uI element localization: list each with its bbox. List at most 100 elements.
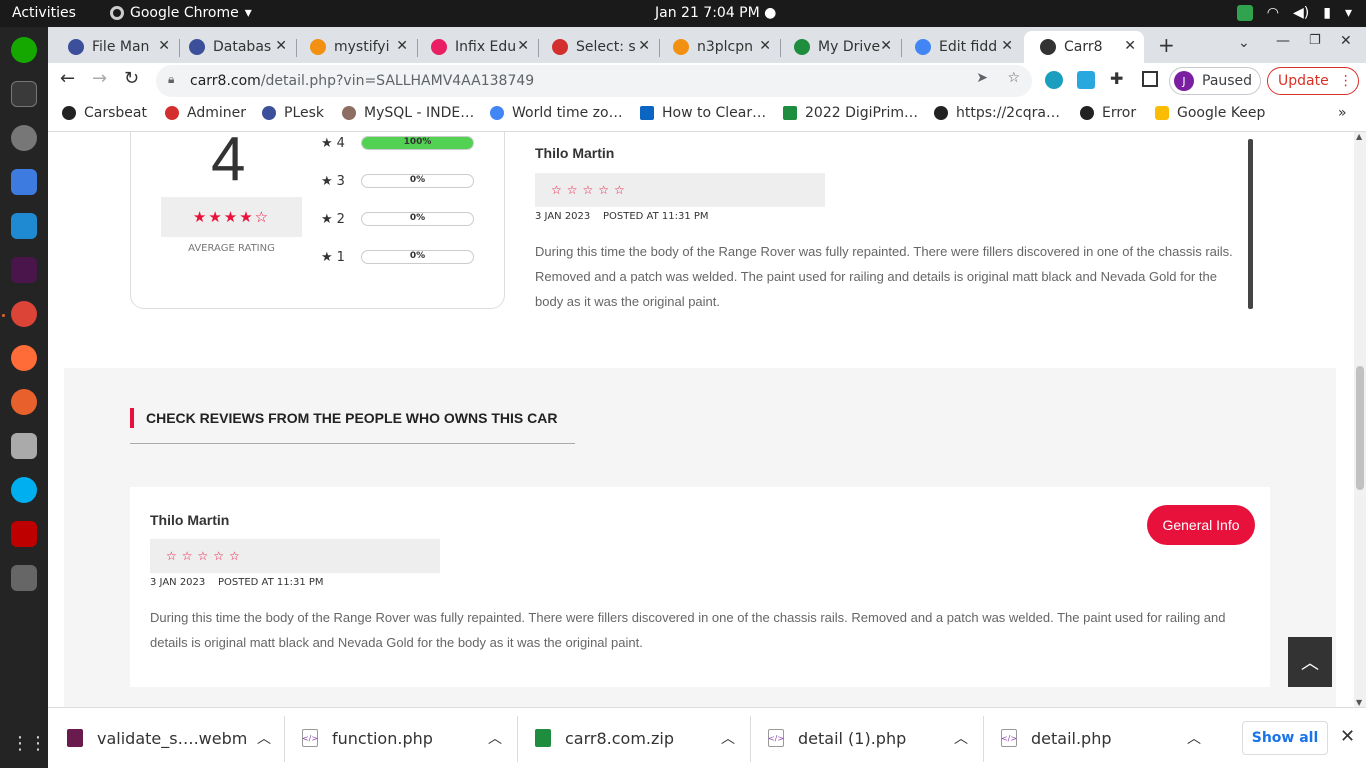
close-icon[interactable]: ✕ [275, 38, 287, 54]
address-bar[interactable]: 🔒︎ carr8.com/detail.php?vin=SALLHAMV4AA1… [156, 65, 1032, 97]
scrollbar-thumb[interactable] [1356, 366, 1364, 490]
puzzle-icon[interactable]: ✚ [1110, 69, 1123, 88]
new-tab-icon[interactable]: + [1158, 33, 1175, 57]
maximize-icon[interactable]: ❐ [1309, 33, 1321, 48]
download-item[interactable]: validate_s….webm ︿ [67, 721, 277, 755]
reviewer-name: Thilo Martin [150, 512, 230, 528]
back-icon[interactable]: ← [60, 68, 75, 89]
postman-icon[interactable] [11, 345, 37, 371]
average-rating-label: AVERAGE RATING [188, 243, 275, 254]
clock[interactable]: Jan 21 7:04 PM ● [655, 5, 776, 21]
system-tray[interactable]: ◠ ◀) ▮ ▾ [1236, 5, 1352, 21]
review-meta: 3 JAN 2023 POSTED AT 11:31 PM [535, 211, 709, 222]
bookmark-mysql[interactable]: MySQL - INDE… [342, 105, 474, 121]
divider [284, 716, 285, 762]
vscode-icon[interactable] [11, 213, 37, 239]
bookmark-2cqra[interactable]: https://2cqra… [934, 105, 1060, 121]
section-divider [130, 443, 575, 444]
divider [983, 716, 984, 762]
download-filename: detail.php [1031, 728, 1112, 748]
bookmark-adminer[interactable]: Adminer [165, 105, 246, 121]
terminal-icon[interactable] [11, 81, 37, 107]
close-icon[interactable]: ✕ [1001, 38, 1013, 54]
clock-icon [490, 106, 504, 120]
bookmark-how-to-clear[interactable]: How to Clear… [640, 105, 766, 121]
extension-icon[interactable] [1045, 71, 1063, 89]
close-icon[interactable]: ✕ [759, 38, 771, 54]
close-icon[interactable]: ✕ [1124, 38, 1136, 54]
activities-button[interactable]: Activities [12, 5, 76, 21]
url-host: carr8.com [190, 73, 261, 89]
download-item[interactable]: </> function.php ︿ [302, 721, 512, 755]
download-item[interactable]: </> detail.php ︿ [1001, 721, 1211, 755]
download-item[interactable]: carr8.com.zip ︿ [535, 721, 745, 755]
close-icon[interactable]: ✕ [1340, 726, 1355, 747]
close-icon[interactable]: ✕ [158, 38, 170, 54]
reload-icon[interactable]: ↻ [124, 68, 139, 89]
slack-icon[interactable] [11, 257, 37, 283]
profile-button[interactable]: J Paused [1169, 67, 1261, 95]
bookmark-error[interactable]: Error [1080, 105, 1136, 121]
forward-icon[interactable]: → [92, 68, 107, 89]
tab-mystify[interactable]: mystifyi ✕ [294, 31, 416, 63]
chrome-icon[interactable] [11, 301, 37, 327]
chevron-up-icon[interactable]: ︿ [257, 728, 271, 748]
close-icon[interactable]: ✕ [880, 38, 892, 54]
skype-icon[interactable] [11, 477, 37, 503]
bookmark-world-time[interactable]: World time zo… [490, 105, 623, 121]
close-icon[interactable]: ✕ [517, 38, 529, 54]
tab-file-manager[interactable]: File Man ✕ [52, 31, 178, 63]
bookmark-plesk[interactable]: PLesk [262, 105, 324, 121]
tab-my-drive[interactable]: My Drive ✕ [778, 31, 900, 63]
tab-infix[interactable]: Infix Edu ✕ [415, 31, 537, 63]
chevron-up-icon[interactable]: ︿ [1187, 728, 1201, 748]
reviews-scrollbar[interactable] [1248, 139, 1253, 309]
tab-n3plcpn[interactable]: n3plcpn ✕ [657, 31, 779, 63]
settings-icon[interactable] [11, 125, 37, 151]
bookmark-digiprime[interactable]: 2022 DigiPrim… [783, 105, 918, 121]
close-window-icon[interactable]: ✕ [1340, 33, 1352, 49]
show-all-button[interactable]: Show all [1242, 721, 1328, 755]
extension-icon[interactable] [1077, 71, 1095, 89]
files-icon[interactable] [11, 433, 37, 459]
star-icon: ★ [321, 174, 333, 189]
close-icon[interactable]: ✕ [396, 38, 408, 54]
star-level: 2 [336, 212, 345, 227]
tab-carr8[interactable]: Carr8 ✕ [1024, 31, 1144, 63]
more-bookmarks-icon[interactable]: » [1338, 105, 1347, 121]
filezilla-icon[interactable] [11, 521, 37, 547]
update-button[interactable]: Update ⋮ [1267, 67, 1359, 95]
star-icon[interactable]: ☆ [1007, 70, 1020, 86]
download-item[interactable]: </> detail (1).php ︿ [768, 721, 978, 755]
side-panel-icon[interactable] [1142, 71, 1158, 87]
star-level: 3 [336, 174, 345, 189]
chevron-up-icon[interactable]: ︿ [954, 728, 968, 748]
text-editor-icon[interactable] [11, 169, 37, 195]
general-info-button[interactable]: General Info [1147, 505, 1255, 545]
scroll-up-icon[interactable]: ▲ [1356, 132, 1362, 141]
upwork-icon[interactable] [11, 37, 37, 63]
php-file-icon: </> [1001, 729, 1017, 747]
page-scrollbar[interactable]: ▲ ▼ [1354, 132, 1366, 707]
minimize-icon[interactable]: — [1276, 33, 1290, 49]
usb-drive-icon[interactable] [11, 565, 37, 591]
scroll-to-top-button[interactable]: ︿ [1288, 637, 1332, 687]
chevron-up-icon: ︿ [1301, 653, 1319, 674]
scroll-down-icon[interactable]: ▼ [1356, 698, 1362, 707]
app-menu[interactable]: Google Chrome ▾ [110, 5, 252, 21]
section-title: CHECK REVIEWS FROM THE PEOPLE WHO OWNS T… [130, 408, 557, 428]
close-icon[interactable]: ✕ [638, 38, 650, 54]
bookmark-carsbeat[interactable]: Carsbeat [62, 105, 147, 121]
send-icon[interactable]: ➤ [976, 70, 988, 86]
favicon-icon [431, 39, 447, 55]
show-apps-icon[interactable]: ⋮⋮ [11, 733, 47, 759]
chevron-up-icon[interactable]: ︿ [488, 728, 502, 748]
tab-edit-fiddle[interactable]: Edit fidd ✕ [899, 31, 1021, 63]
tab-select[interactable]: Select: s ✕ [536, 31, 658, 63]
chevron-up-icon[interactable]: ︿ [721, 728, 735, 748]
tab-database[interactable]: Databas ✕ [173, 31, 295, 63]
downloads-bar: validate_s….webm ︿ </> function.php ︿ carr8… [48, 707, 1366, 768]
bookmark-google-keep[interactable]: Google Keep [1155, 105, 1265, 121]
git-tool-icon[interactable] [11, 389, 37, 415]
tab-search-icon[interactable]: ⌄ [1238, 35, 1250, 51]
